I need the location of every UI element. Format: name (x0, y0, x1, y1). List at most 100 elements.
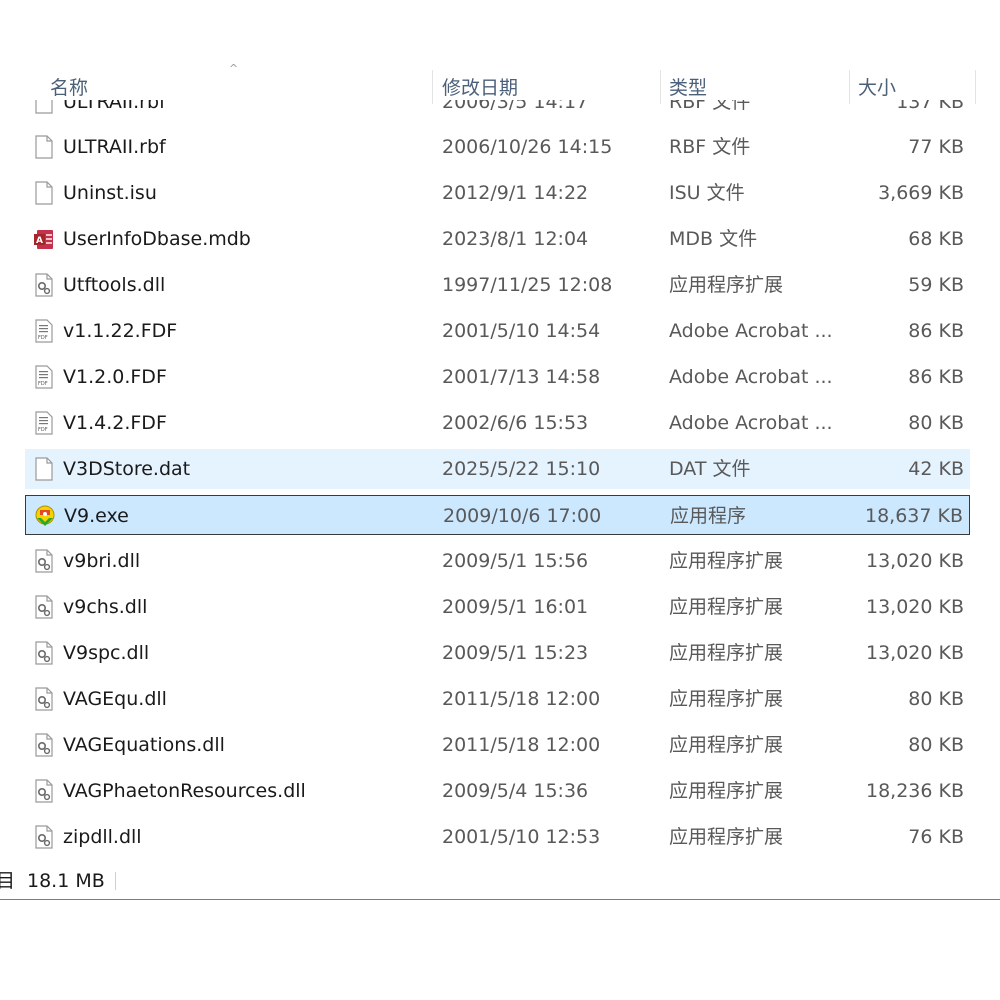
file-size: 86 KB (908, 366, 964, 388)
file-icon (35, 181, 53, 205)
file-name: ULTRAII.rbf (63, 100, 166, 113)
svg-text:A: A (36, 236, 43, 246)
file-size: 18,637 KB (864, 505, 963, 527)
file-row[interactable]: A UserInfoDbase.mdb 2023/8/1 12:04 MDB 文件 68… (25, 219, 970, 259)
file-date: 2006/3/5 14:17 (442, 100, 589, 113)
file-type: 应用程序扩展 (669, 642, 784, 664)
sort-up-arrow-icon: ^ (229, 62, 239, 75)
partially-scrolled-row[interactable]: ULTRAII.rbf 2006/3/5 14:17 RBF 文件 137 KB (0, 100, 1000, 114)
file-date: 2025/5/22 15:10 (442, 458, 601, 480)
file-name: v1.1.22.FDF (63, 320, 178, 342)
file-date: 2009/5/4 15:36 (442, 780, 589, 802)
file-type: 应用程序扩展 (669, 780, 784, 802)
file-row[interactable]: v9chs.dll 2009/5/1 16:01 应用程序扩展 13,020 KB (25, 587, 970, 627)
file-name: VAGPhaetonResources.dll (63, 780, 306, 802)
file-name: V1.2.0.FDF (63, 366, 167, 388)
status-cut-label: 目 (0, 870, 16, 892)
status-bar: 目 18.1 MB (0, 865, 1000, 897)
file-type: Adobe Acrobat ... (669, 412, 833, 434)
file-icon (35, 457, 53, 481)
file-row[interactable]: VAGPhaetonResources.dll 2009/5/4 15:36 应用程… (25, 771, 970, 811)
dll-gear-icon (35, 273, 53, 297)
file-type: 应用程序扩展 (669, 274, 784, 296)
file-row[interactable]: Utftools.dll 1997/11/25 12:08 应用程序扩展 59 KB (25, 265, 970, 305)
file-type: RBF 文件 (669, 136, 751, 158)
file-size: 80 KB (908, 412, 964, 434)
file-type: 应用程序扩展 (669, 826, 784, 848)
svg-text:FDF: FDF (38, 427, 48, 433)
file-row[interactable]: V9spc.dll 2009/5/1 15:23 应用程序扩展 13,020 KB (25, 633, 970, 673)
file-name: V9spc.dll (63, 642, 150, 664)
file-type: DAT 文件 (669, 458, 751, 480)
file-name: ULTRAII.rbf (63, 136, 166, 158)
file-size: 68 KB (908, 228, 964, 250)
file-row[interactable]: VAGEquations.dll 2011/5/18 12:00 应用程序扩展 80 … (25, 725, 970, 765)
file-name: V1.4.2.FDF (63, 412, 167, 434)
file-size: 13,020 KB (865, 550, 964, 572)
dll-gear-icon (35, 641, 53, 665)
file-date: 2011/5/18 12:00 (442, 688, 601, 710)
file-type: 应用程序扩展 (669, 734, 784, 756)
file-row[interactable]: zipdll.dll 2001/5/10 12:53 应用程序扩展 76 KB (25, 817, 970, 857)
file-date: 2001/5/10 14:54 (442, 320, 601, 342)
file-row[interactable]: ULTRAII.rbf 2006/10/26 14:15 RBF 文件 77 KB (25, 127, 970, 167)
file-type: 应用程序 (670, 505, 747, 527)
file-type: RBF 文件 (669, 100, 751, 113)
file-date: 2011/5/18 12:00 (442, 734, 601, 756)
file-row[interactable]: v9bri.dll 2009/5/1 15:56 应用程序扩展 13,020 KB (25, 541, 970, 581)
file-type: 应用程序扩展 (669, 596, 784, 618)
file-size: 13,020 KB (865, 642, 964, 664)
fdf-file-icon: FDF (35, 365, 53, 389)
file-date: 2009/5/1 15:23 (442, 642, 589, 664)
dll-gear-icon (35, 825, 53, 849)
exe-app-icon (35, 505, 55, 526)
fdf-file-icon: FDF (35, 319, 53, 343)
file-icon (35, 135, 53, 159)
file-size: 80 KB (908, 734, 964, 756)
svg-text:FDF: FDF (38, 335, 48, 341)
file-name: v9bri.dll (63, 550, 141, 572)
fdf-file-icon: FDF (35, 411, 53, 435)
file-size: 80 KB (908, 688, 964, 710)
access-database-icon: A (34, 230, 53, 249)
file-row[interactable]: FDF V1.2.0.FDF 2001/7/13 14:58 Adobe Acroba… (25, 357, 970, 397)
dll-gear-icon (35, 733, 53, 757)
file-size: 3,669 KB (878, 182, 964, 204)
file-date: 2009/5/1 15:56 (442, 550, 589, 572)
file-size: 76 KB (908, 826, 964, 848)
file-row[interactable]: Uninst.isu 2012/9/1 14:22 ISU 文件 3,669 KB (25, 173, 970, 213)
file-row[interactable]: FDF V1.4.2.FDF 2002/6/6 15:53 Adobe Acrobat… (25, 403, 970, 443)
file-type: 应用程序扩展 (669, 550, 784, 572)
file-size: 77 KB (908, 136, 964, 158)
file-date: 2012/9/1 14:22 (442, 182, 589, 204)
file-date: 2023/8/1 12:04 (442, 228, 589, 250)
file-row[interactable]: V9.exe 2009/10/6 17:00 应用程序 18,637 KB (25, 495, 970, 535)
file-size: 137 KB (896, 100, 964, 113)
file-date: 2002/6/6 15:53 (442, 412, 589, 434)
column-separator[interactable] (432, 70, 433, 104)
file-date: 2001/7/13 14:58 (442, 366, 601, 388)
file-date: 1997/11/25 12:08 (442, 274, 613, 296)
file-name: v9chs.dll (63, 596, 148, 618)
file-date: 2009/10/6 17:00 (443, 505, 602, 527)
dll-gear-icon (35, 549, 53, 573)
status-divider (115, 872, 116, 890)
file-date: 2001/5/10 12:53 (442, 826, 601, 848)
file-row[interactable]: VAGEqu.dll 2011/5/18 12:00 应用程序扩展 80 KB (25, 679, 970, 719)
file-name: V9.exe (64, 505, 129, 527)
file-icon (35, 100, 53, 114)
file-date: 2006/10/26 14:15 (442, 136, 613, 158)
file-size: 59 KB (908, 274, 964, 296)
file-size: 42 KB (908, 458, 964, 480)
status-selection-size: 18.1 MB (27, 870, 105, 892)
file-size: 86 KB (908, 320, 964, 342)
file-row[interactable]: V3DStore.dat 2025/5/22 15:10 DAT 文件 42 KB (25, 449, 970, 489)
svg-text:FDF: FDF (38, 381, 48, 387)
file-type: MDB 文件 (669, 228, 758, 250)
file-name: zipdll.dll (63, 826, 142, 848)
column-separator[interactable] (975, 70, 976, 104)
file-row[interactable]: FDF v1.1.22.FDF 2001/5/10 14:54 Adobe Acrob… (25, 311, 970, 351)
file-size: 13,020 KB (865, 596, 964, 618)
file-name: Utftools.dll (63, 274, 166, 296)
file-type: Adobe Acrobat ... (669, 320, 833, 342)
